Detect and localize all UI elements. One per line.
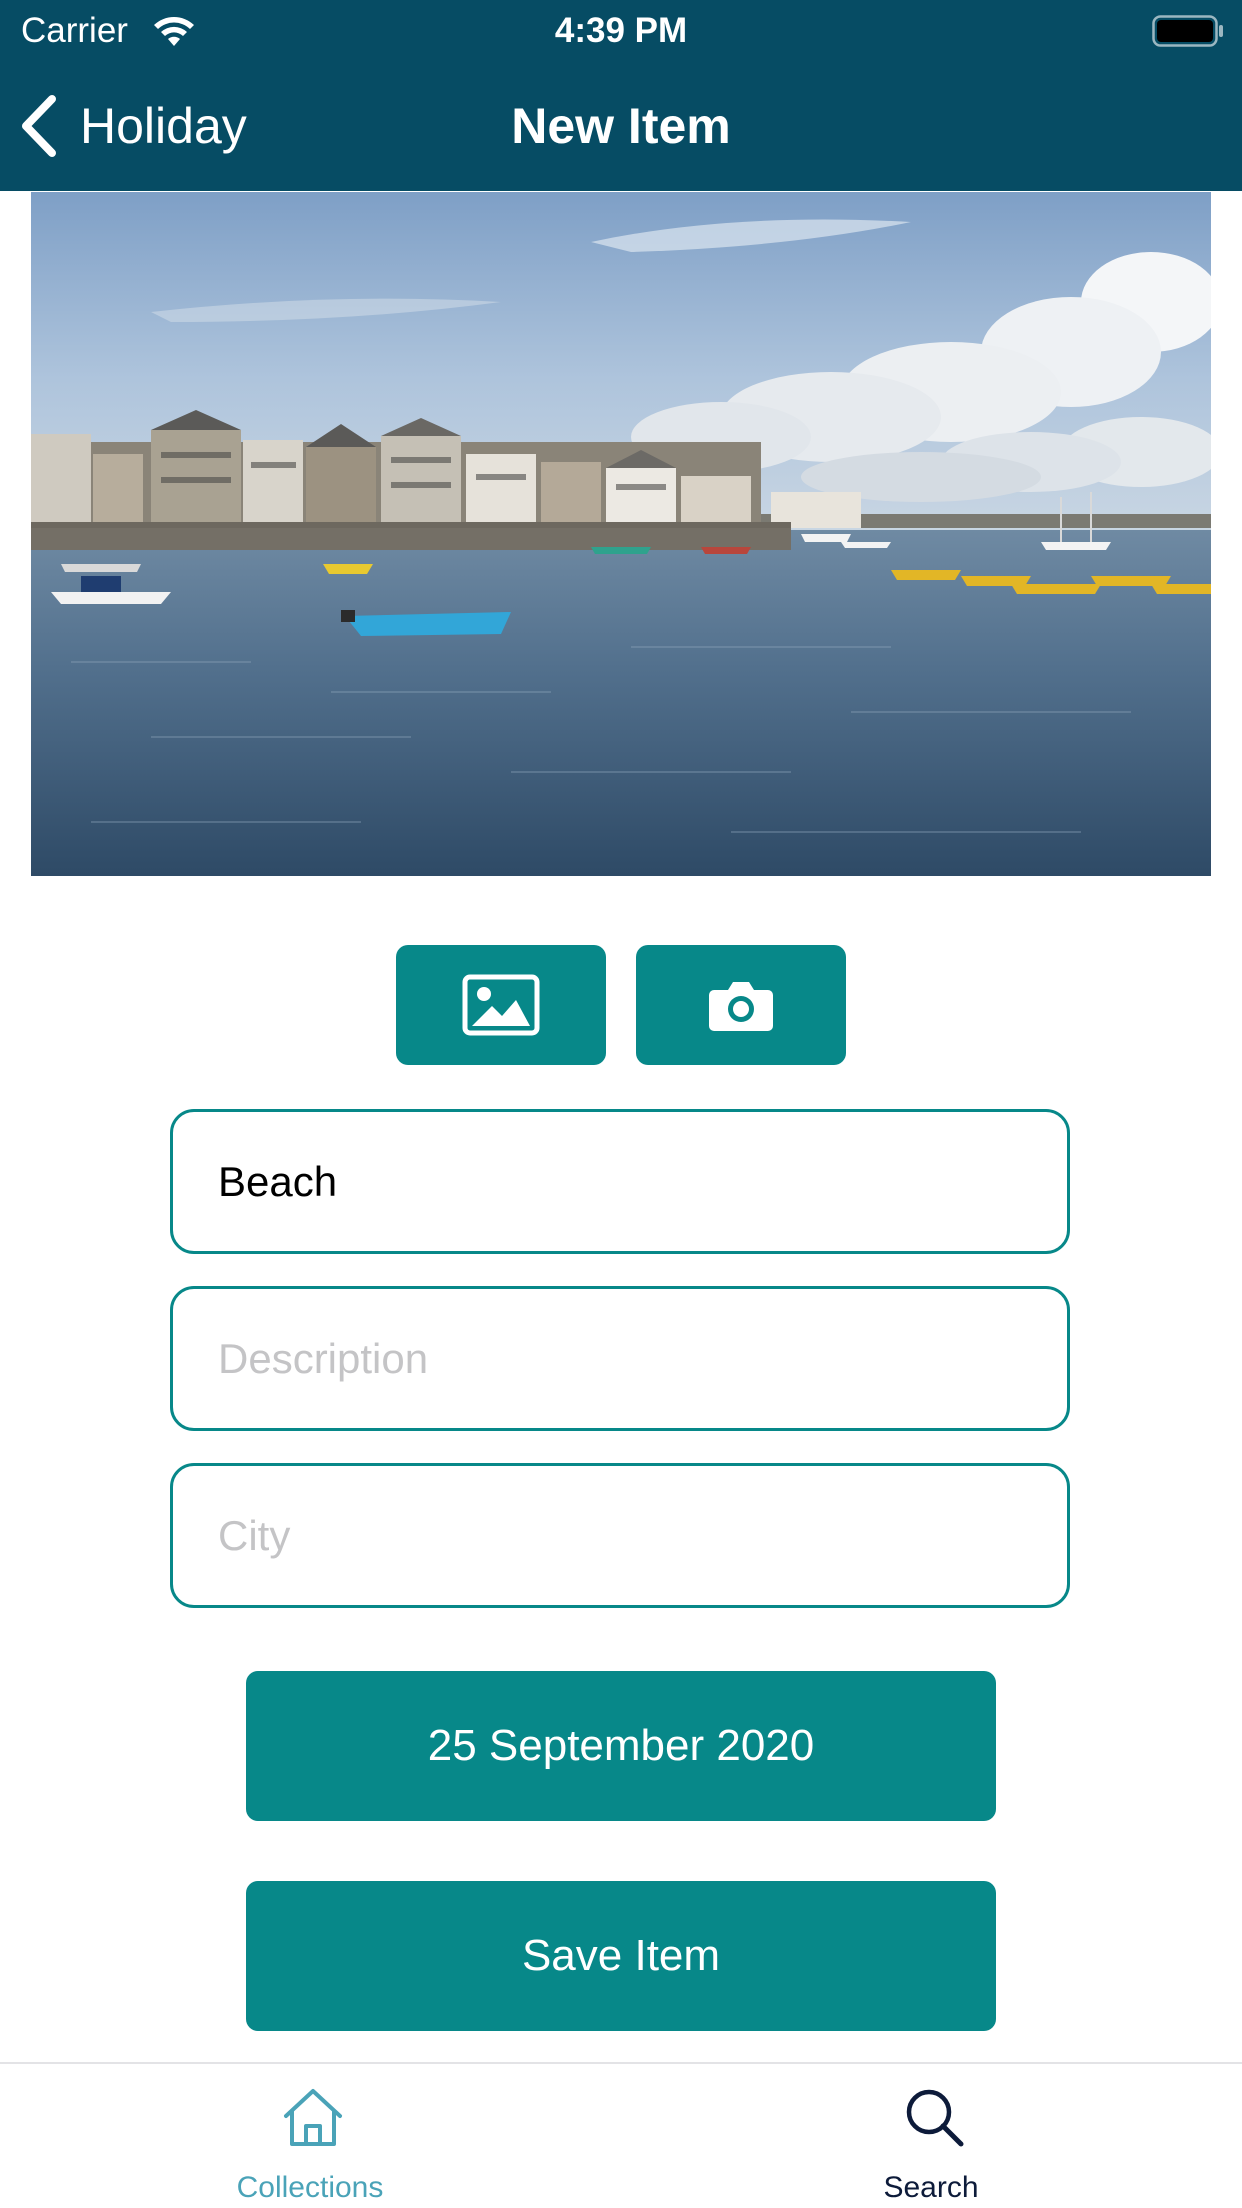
tab-collections-label: Collections xyxy=(236,2171,384,2204)
harbour-photo-image xyxy=(31,192,1211,876)
battery-icon xyxy=(1152,15,1223,47)
camera-button[interactable] xyxy=(636,945,846,1065)
status-bar: Carrier 4:39 PM xyxy=(0,0,1242,62)
nav-content: Holiday New Item xyxy=(0,62,1242,191)
description-field[interactable] xyxy=(170,1286,1070,1431)
camera-icon xyxy=(709,982,773,1031)
item-photo xyxy=(31,192,1211,876)
photo-library-button[interactable] xyxy=(396,945,606,1065)
title-field[interactable] xyxy=(170,1109,1070,1254)
tab-bar: Collections Search xyxy=(0,2062,1242,2208)
image-icon xyxy=(462,974,540,1036)
navigation-bar: Carrier 4:39 PM Holiday New Item xyxy=(0,0,1242,191)
title-input[interactable] xyxy=(218,1112,1018,1251)
home-icon xyxy=(284,2089,342,2146)
page-title: New Item xyxy=(511,98,731,154)
city-input[interactable] xyxy=(218,1466,1018,1605)
city-field[interactable] xyxy=(170,1463,1070,1608)
date-picker-button[interactable]: 25 September 2020 xyxy=(246,1671,996,1821)
tab-collections[interactable]: Collections xyxy=(110,2064,510,2208)
search-icon xyxy=(906,2089,964,2147)
tab-search[interactable]: Search xyxy=(731,2064,1131,2208)
save-item-button[interactable]: Save Item xyxy=(246,1881,996,2031)
new-item-screen: Carrier 4:39 PM Holiday New Item Beach D… xyxy=(0,0,1242,2208)
description-input[interactable] xyxy=(218,1289,1018,1428)
status-time: 4:39 PM xyxy=(554,11,688,50)
tab-search-label: Search xyxy=(883,2171,979,2204)
